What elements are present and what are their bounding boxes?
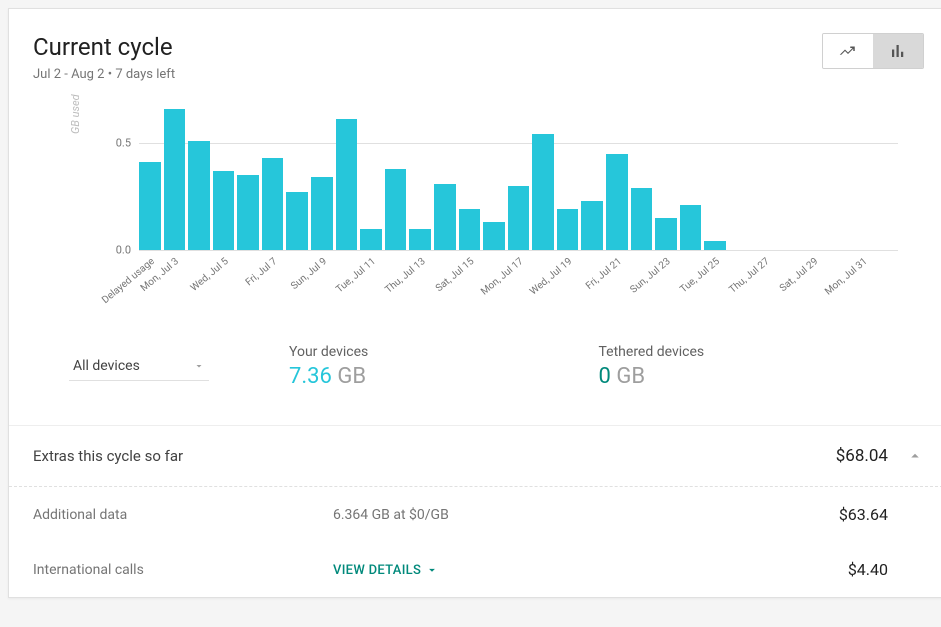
chart-area: GB used 0.00.5 Delayed usageMon, Jul 3We…	[9, 90, 941, 320]
your-devices-value: 7.36 GB	[289, 364, 599, 389]
data-bar[interactable]	[409, 229, 431, 250]
bar-chart-icon	[889, 42, 907, 60]
x-tick: Wed, Jul 19	[557, 250, 579, 310]
data-bar[interactable]	[237, 175, 259, 250]
additional-data-amount: $63.64	[839, 505, 924, 524]
card-header: Current cycle Jul 2 - Aug 2 • 7 days lef…	[9, 9, 941, 90]
x-tick: Sat, Jul 29	[803, 250, 825, 310]
x-tick: Mon, Jul 3	[164, 250, 186, 310]
cycle-subtitle: Jul 2 - Aug 2 • 7 days left	[33, 67, 175, 82]
y-tick-label: 0.5	[116, 136, 139, 149]
data-bar[interactable]	[139, 162, 161, 250]
usage-card: Current cycle Jul 2 - Aug 2 • 7 days lef…	[8, 8, 941, 598]
line-chart-icon	[839, 42, 857, 60]
dropdown-icon	[193, 360, 205, 372]
device-select[interactable]: All devices	[69, 352, 209, 381]
intl-calls-label: International calls	[33, 562, 333, 578]
tethered-devices-stat: Tethered devices 0 GB	[599, 344, 909, 389]
additional-data-detail: 6.364 GB at $0/GB	[333, 507, 839, 523]
x-tick: Fri, Jul 7	[262, 250, 284, 310]
data-bar[interactable]	[188, 141, 210, 250]
intl-calls-amount: $4.40	[848, 560, 924, 579]
x-tick: Tue, Jul 25	[704, 250, 726, 310]
y-axis-label: GB used	[69, 94, 82, 134]
x-tick: Sun, Jul 23	[655, 250, 677, 310]
data-bar[interactable]	[557, 209, 579, 250]
data-bar[interactable]	[385, 169, 407, 250]
x-tick: Mon, Jul 31	[852, 250, 874, 310]
extras-total: $68.04	[836, 446, 888, 466]
device-select-value: All devices	[73, 358, 140, 374]
title-block: Current cycle Jul 2 - Aug 2 • 7 days lef…	[33, 33, 175, 82]
data-bar[interactable]	[336, 119, 358, 250]
data-bar[interactable]	[655, 218, 677, 250]
data-bar[interactable]	[360, 229, 382, 250]
x-axis-labels: Delayed usageMon, Jul 3Wed, Jul 5Fri, Ju…	[139, 250, 898, 310]
tethered-value: 0 GB	[599, 364, 909, 389]
data-bar[interactable]	[532, 134, 554, 250]
x-tick: Thu, Jul 13	[409, 250, 431, 310]
data-bar[interactable]	[581, 201, 603, 250]
data-bar[interactable]	[262, 158, 284, 250]
data-bar[interactable]	[508, 186, 530, 250]
line-view-button[interactable]	[823, 34, 873, 68]
your-devices-label: Your devices	[289, 344, 599, 360]
data-bar[interactable]	[286, 192, 308, 250]
tethered-label: Tethered devices	[599, 344, 909, 360]
data-bar[interactable]	[213, 171, 235, 250]
data-bar[interactable]	[459, 209, 481, 250]
x-tick: Wed, Jul 5	[213, 250, 235, 310]
data-bar[interactable]	[606, 154, 628, 250]
your-devices-stat: Your devices 7.36 GB	[289, 344, 599, 389]
bar-chart: 0.00.5	[139, 100, 898, 250]
device-filter: All devices	[69, 352, 289, 381]
view-toggle	[822, 33, 924, 69]
page-title: Current cycle	[33, 33, 175, 61]
x-tick: Sun, Jul 9	[311, 250, 333, 310]
additional-data-row: Additional data 6.364 GB at $0/GB $63.64	[9, 487, 941, 542]
data-bar[interactable]	[680, 205, 702, 250]
y-tick-label: 0.0	[116, 244, 139, 257]
chevron-up-icon	[906, 447, 924, 465]
x-tick: Mon, Jul 17	[508, 250, 530, 310]
view-details-button[interactable]: VIEW DETAILS	[333, 563, 439, 578]
bar-view-button[interactable]	[873, 34, 923, 68]
chevron-down-icon	[425, 563, 439, 577]
extras-label: Extras this cycle so far	[33, 447, 836, 465]
international-calls-row: International calls VIEW DETAILS $4.40	[9, 542, 941, 597]
extras-header-row[interactable]: Extras this cycle so far $68.04	[9, 426, 941, 487]
x-tick	[876, 250, 898, 310]
data-bar[interactable]	[704, 241, 726, 250]
intl-calls-action: VIEW DETAILS	[333, 562, 848, 578]
data-bar[interactable]	[434, 184, 456, 250]
x-tick: Thu, Jul 27	[753, 250, 775, 310]
x-tick: Fri, Jul 21	[606, 250, 628, 310]
x-tick: Sat, Jul 15	[459, 250, 481, 310]
data-bar[interactable]	[311, 177, 333, 250]
x-tick: Tue, Jul 11	[360, 250, 382, 310]
data-bar[interactable]	[631, 188, 653, 250]
data-bar[interactable]	[164, 109, 186, 250]
additional-data-label: Additional data	[33, 507, 333, 523]
data-bar[interactable]	[483, 222, 505, 250]
bars-container	[139, 100, 898, 250]
stats-row: All devices Your devices 7.36 GB Tethere…	[9, 320, 941, 425]
